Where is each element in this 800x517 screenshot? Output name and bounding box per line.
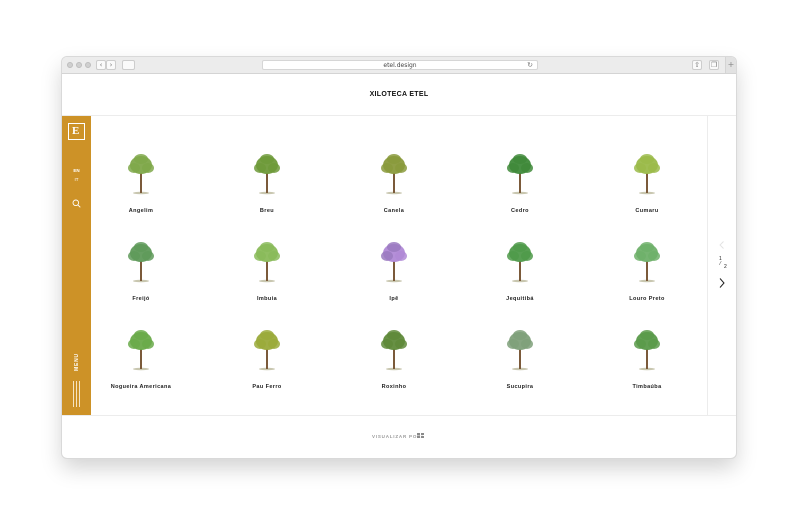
zoom-window-icon[interactable]: [85, 62, 91, 68]
share-icon[interactable]: ⇧: [692, 60, 702, 70]
tree-illustration: [634, 154, 660, 195]
browser-toolbar: ‹ › etel.design ↻ ⇧ ❐ +: [62, 57, 736, 74]
tree-card[interactable]: Roxinho: [349, 329, 439, 399]
forward-button[interactable]: ›: [106, 60, 116, 70]
tree-illustration: [381, 154, 407, 195]
tree-card[interactable]: Angelim: [96, 153, 186, 223]
tree-name: Nogueira Americana: [110, 384, 172, 390]
site-title: XILOTECA ETEL: [369, 91, 429, 98]
tree-grid: Angelim Breu Canela Cedro Cumaru Freijó Imbuia…: [91, 116, 707, 415]
tree-name: Imbuia: [256, 296, 278, 302]
tree-name: Sucupira: [506, 384, 534, 390]
grid-view-icon[interactable]: [417, 433, 425, 439]
tree-illustration: [507, 242, 533, 283]
tree-name: Jequitibá: [506, 296, 534, 302]
pagination-panel: 1 ⁄ 2: [707, 116, 736, 415]
tree-card[interactable]: Sucupira: [475, 329, 565, 399]
menu-label[interactable]: MENU: [74, 352, 80, 372]
tree-card[interactable]: Pau Ferro: [222, 329, 312, 399]
site-header: XILOTECA ETEL: [62, 74, 736, 116]
tree-card[interactable]: Imbuia: [222, 241, 312, 311]
tree-name: Angelim: [128, 208, 154, 214]
minimize-window-icon[interactable]: [76, 62, 82, 68]
tree-name: Cedro: [511, 208, 529, 214]
url-text: etel.design: [383, 62, 417, 69]
tree-illustration: [254, 154, 280, 195]
tree-illustration: [381, 242, 407, 283]
address-bar[interactable]: etel.design ↻: [262, 60, 538, 70]
tree-name: Ipê: [389, 296, 399, 302]
search-icon[interactable]: [72, 199, 81, 208]
logo-glyph: E: [72, 125, 80, 137]
page-separator: ⁄: [720, 261, 721, 267]
tree-name: Roxinho: [381, 384, 407, 390]
reload-icon[interactable]: ↻: [527, 61, 533, 70]
new-tab-button[interactable]: +: [725, 57, 736, 73]
tree-illustration: [128, 330, 154, 371]
etel-logo[interactable]: E: [68, 123, 85, 140]
tree-card[interactable]: Cedro: [475, 153, 565, 223]
total-pages: 2: [724, 264, 727, 270]
tree-illustration: [507, 154, 533, 195]
tree-card[interactable]: Timbaúba: [602, 329, 692, 399]
language-it[interactable]: IT: [62, 177, 91, 182]
tree-name: Louro Preto: [629, 296, 665, 302]
tree-name: Freijó: [132, 296, 150, 302]
tree-name: Timbaúba: [632, 384, 662, 390]
close-window-icon[interactable]: [67, 62, 73, 68]
view-by-label: VISUALIZAR POR:: [372, 434, 424, 439]
tree-illustration: [381, 330, 407, 371]
tree-illustration: [507, 330, 533, 371]
back-button[interactable]: ‹: [96, 60, 106, 70]
menu-lines-icon[interactable]: [72, 381, 81, 407]
tree-card[interactable]: Freijó: [96, 241, 186, 311]
tree-card[interactable]: Nogueira Americana: [96, 329, 186, 399]
previous-page-icon[interactable]: [717, 240, 727, 250]
tree-illustration: [254, 330, 280, 371]
browser-window: ‹ › etel.design ↻ ⇧ ❐ + XILOTECA ETEL E …: [62, 57, 736, 458]
tree-name: Breu: [259, 208, 275, 214]
tree-illustration: [634, 330, 660, 371]
tree-illustration: [254, 242, 280, 283]
sidebar: E EN IT MENU: [62, 116, 91, 415]
sidebar-toggle-icon[interactable]: [122, 60, 135, 70]
tree-card[interactable]: Louro Preto: [602, 241, 692, 311]
tree-illustration: [634, 242, 660, 283]
tree-name: Canela: [383, 208, 405, 214]
tree-name: Cumaru: [635, 208, 659, 214]
tree-illustration: [128, 154, 154, 195]
tree-card[interactable]: Jequitibá: [475, 241, 565, 311]
tree-card[interactable]: Cumaru: [602, 153, 692, 223]
tree-illustration: [128, 242, 154, 283]
tree-card[interactable]: Breu: [222, 153, 312, 223]
next-page-icon[interactable]: [717, 277, 727, 289]
tree-name: Pau Ferro: [252, 384, 282, 390]
tree-card[interactable]: Canela: [349, 153, 439, 223]
site-footer: VISUALIZAR POR:: [62, 415, 736, 458]
language-en[interactable]: EN: [62, 168, 91, 173]
tabs-overview-icon[interactable]: ❐: [709, 60, 719, 70]
tree-card[interactable]: Ipê: [349, 241, 439, 311]
